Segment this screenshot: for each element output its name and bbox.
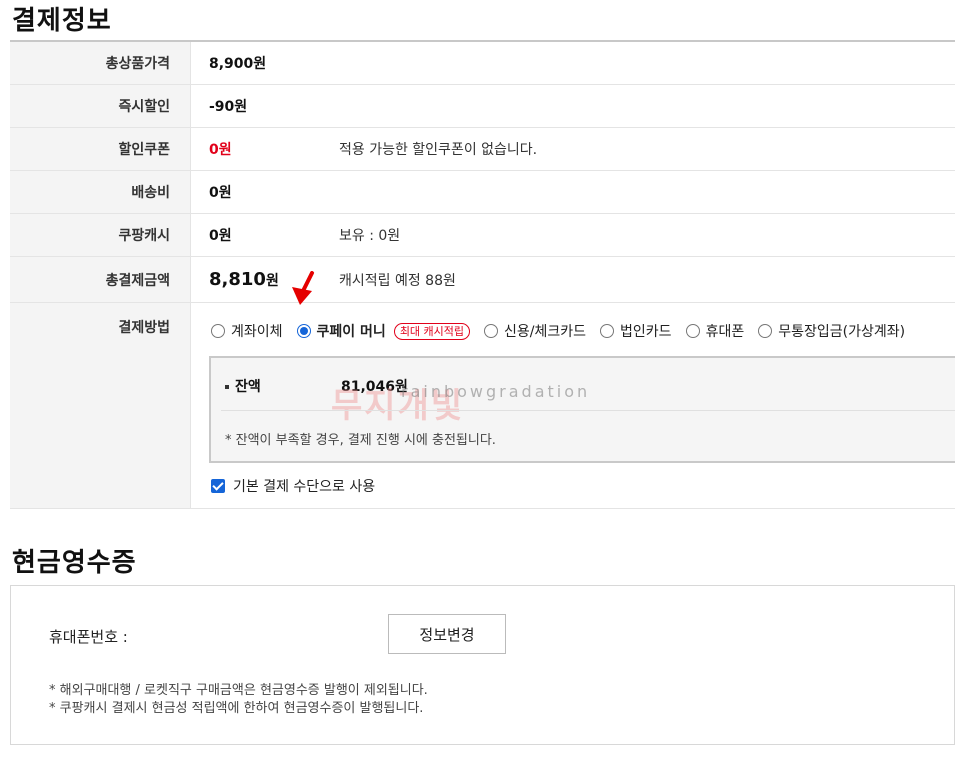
receipt-note: * 쿠팡캐시 결제시 현금성 적립액에 한하여 현금영수증이 발행됩니다. — [49, 701, 424, 716]
red-arrow-icon — [292, 271, 314, 305]
row-amount: 0원 — [209, 228, 232, 244]
row-label: 결제방법 — [10, 303, 191, 508]
radio-icon[interactable] — [296, 324, 311, 338]
row-label: 할인쿠폰 — [10, 128, 191, 170]
payment-title: 결제정보 — [12, 6, 112, 36]
max-cash-badge: 최대 캐시적립 — [393, 322, 471, 340]
cash-holding-note: 보유 : 0원 — [339, 228, 401, 244]
radio-icon[interactable] — [685, 324, 700, 338]
radio-icon[interactable] — [600, 324, 615, 338]
row-total-price: 총상품가격 8,900원 — [10, 42, 955, 85]
payment-table: 총상품가격 8,900원 즉시할인 -90원 할인쿠폰 0원 적용 가능한 할인… — [10, 40, 955, 509]
row-total-payment: 총결제금액 8,810원 캐시적립 예정 88원 — [10, 257, 955, 303]
row-amount: -90원 — [209, 99, 248, 115]
default-method-checkbox[interactable]: 기본 결제 수단으로 사용 — [211, 476, 375, 496]
radio-icon[interactable] — [211, 324, 225, 338]
row-amount: 0원 — [209, 142, 232, 158]
row-shipping: 배송비 0원 — [10, 171, 955, 214]
row-coupon: 할인쿠폰 0원 적용 가능한 할인쿠폰이 없습니다. — [10, 128, 955, 171]
phone-label: 휴대폰번호 : — [49, 628, 128, 646]
radio-icon[interactable] — [484, 324, 499, 338]
row-label: 배송비 — [10, 171, 191, 213]
row-label: 총상품가격 — [10, 42, 191, 84]
method-coupay-money[interactable]: 쿠페이 머니 최대 캐시적립 — [296, 321, 471, 341]
watermark-sub: rainbowgradation — [401, 382, 591, 401]
row-amount: 8,900원 — [209, 56, 267, 72]
checkbox-checked-icon[interactable] — [211, 479, 225, 493]
row-label: 쿠팡캐시 — [10, 214, 191, 256]
cash-reward-note: 캐시적립 예정 88원 — [339, 272, 456, 289]
row-coupang-cash: 쿠팡캐시 0원 보유 : 0원 — [10, 214, 955, 257]
row-payment-method: 결제방법 계좌이체 쿠페이 머니 최대 캐시적립 신용/체크카드 법인카드 휴대폰… — [10, 271, 955, 509]
receipt-note: * 해외구매대행 / 로켓직구 구매금액은 현금영수증 발행이 제외됩니다. — [49, 683, 428, 698]
row-amount: 0원 — [209, 185, 232, 201]
method-virtual-account[interactable]: 무통장입금(가상계좌) — [758, 321, 905, 341]
row-instant-discount: 즉시할인 -90원 — [10, 85, 955, 128]
receipt-title: 현금영수증 — [12, 548, 137, 578]
coupon-note: 적용 가능한 할인쿠폰이 없습니다. — [339, 142, 538, 158]
method-credit-card[interactable]: 신용/체크카드 — [484, 321, 586, 341]
row-label: 총결제금액 — [10, 257, 191, 302]
cash-receipt-panel: 휴대폰번호 : 정보변경 * 해외구매대행 / 로켓직구 구매금액은 현금영수증… — [10, 585, 955, 745]
coupay-balance-box: 잔액 81,046원 무지개빛 rainbowgradation * 잔액이 부… — [209, 356, 955, 463]
radio-icon[interactable] — [758, 324, 773, 338]
payment-method-options: 계좌이체 쿠페이 머니 최대 캐시적립 신용/체크카드 법인카드 휴대폰 무통장입… — [211, 321, 919, 341]
balance-label: 잔액 — [225, 376, 261, 396]
balance-notice: * 잔액이 부족할 경우, 결제 진행 시에 충전됩니다. — [225, 433, 496, 448]
change-info-button[interactable]: 정보변경 — [388, 614, 506, 654]
method-mobile[interactable]: 휴대폰 — [685, 321, 744, 341]
method-corporate-card[interactable]: 법인카드 — [600, 321, 672, 341]
row-label: 즉시할인 — [10, 85, 191, 127]
divider — [221, 410, 955, 411]
method-bank-transfer[interactable]: 계좌이체 — [211, 321, 283, 341]
